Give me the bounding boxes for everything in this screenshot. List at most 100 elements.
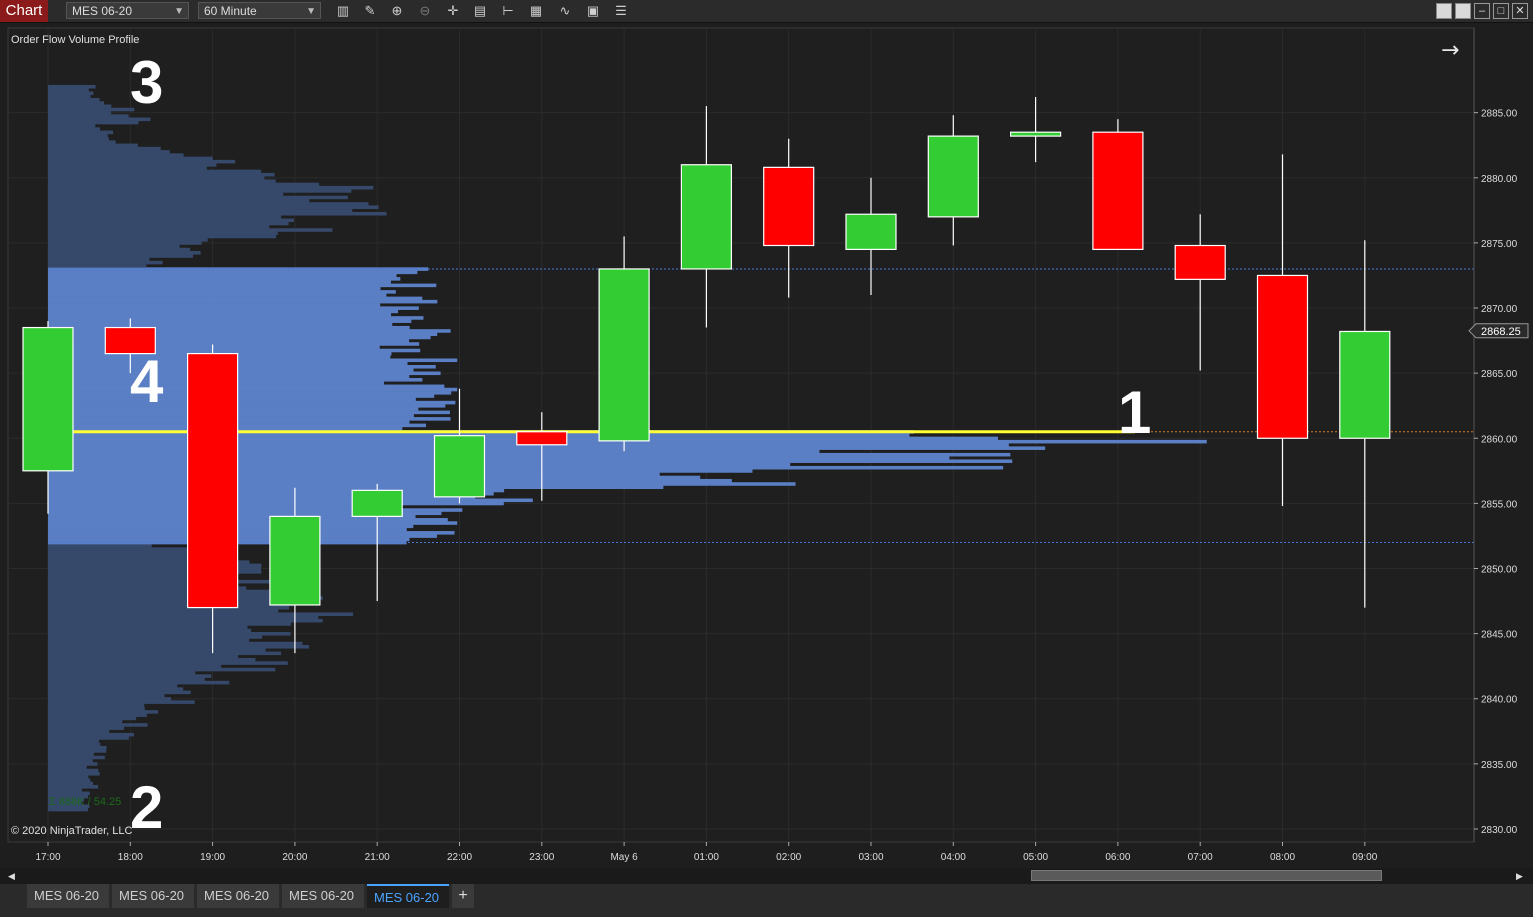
interval-selector[interactable]: 60 Minute ▼	[198, 2, 321, 19]
profile-bar	[48, 166, 207, 170]
profile-bar	[48, 309, 399, 314]
profile-bar	[48, 713, 147, 717]
profile-bar	[48, 651, 282, 656]
profile-bar	[48, 280, 391, 284]
profile-bar	[48, 410, 450, 415]
time-tick-label: 02:00	[776, 852, 801, 863]
price-tick-label: 2830.00	[1481, 825, 1518, 836]
profile-bar	[48, 143, 138, 148]
scrollbar-thumb[interactable]	[1031, 870, 1382, 881]
profile-bar	[48, 706, 145, 711]
profile-bar	[48, 534, 437, 538]
profile-bar	[48, 729, 110, 734]
tab-mes-1[interactable]: MES 06-20	[27, 884, 109, 908]
close-icon[interactable]: ✕	[1512, 3, 1528, 19]
indicators-icon[interactable]: ∿	[557, 3, 573, 19]
profile-bar	[48, 290, 396, 294]
time-tick-label: 08:00	[1270, 852, 1295, 863]
list-icon[interactable]: ☰	[613, 3, 629, 19]
price-chart[interactable]: 2885.00 2880.00 2875.00 2870.00 2865.00 2860.…	[0, 23, 1533, 868]
profile-bar	[48, 202, 369, 206]
profile-bar	[48, 257, 150, 262]
profile-bar	[48, 661, 288, 665]
profile-bar	[48, 758, 93, 763]
profile-bar	[48, 635, 263, 639]
profile-bar	[48, 680, 230, 685]
zoom-out-icon[interactable]: ⊖	[417, 3, 433, 19]
profile-bar	[48, 117, 151, 122]
profile-bar	[48, 602, 293, 607]
profile-bar	[48, 273, 397, 278]
profile-bar	[48, 251, 201, 255]
annotation-4: 4	[130, 348, 164, 415]
profile-bar	[48, 654, 239, 659]
draw-pencil-icon[interactable]: ✎	[362, 3, 378, 19]
minimize-icon[interactable]: –	[1474, 3, 1490, 19]
profile-bar	[48, 478, 732, 483]
profile-bar	[48, 749, 107, 753]
instrument-selector[interactable]: MES 06-20 ▼	[66, 2, 189, 19]
crosshair-icon[interactable]: ✛	[445, 3, 461, 19]
bar-type-icon[interactable]: ▥	[335, 3, 351, 19]
profile-bar	[48, 133, 108, 138]
tab-mes-5[interactable]: MES 06-20	[367, 884, 449, 908]
tab-mes-4[interactable]: MES 06-20	[282, 884, 364, 908]
profile-bar	[48, 358, 458, 363]
data-box-icon[interactable]: ▤	[472, 3, 488, 19]
candle-body	[763, 166, 815, 247]
profile-bar	[48, 664, 222, 669]
profile-bar	[48, 124, 96, 128]
profile-bar	[48, 622, 291, 626]
chart-window-label[interactable]: Chart	[0, 0, 48, 22]
profile-bar	[48, 521, 458, 525]
scroll-left-icon[interactable]: ◀	[8, 871, 15, 882]
profile-bar	[48, 286, 381, 291]
instrument-link-icon[interactable]	[1455, 3, 1471, 19]
profile-bar	[48, 788, 82, 792]
profile-bar	[48, 404, 446, 408]
strategies-icon[interactable]: ▦	[528, 3, 544, 19]
price-tick-label: 2840.00	[1481, 695, 1518, 706]
profile-bar	[48, 781, 94, 786]
maximize-icon[interactable]: □	[1493, 3, 1509, 19]
time-tick-label: 03:00	[858, 852, 883, 863]
profile-bar	[48, 101, 105, 105]
templates-icon[interactable]: ▣	[585, 3, 601, 19]
time-tick-label: 19:00	[200, 852, 225, 863]
tab-mes-3[interactable]: MES 06-20	[197, 884, 279, 908]
profile-bar	[48, 104, 112, 109]
profile-bar	[48, 648, 266, 652]
properties-icon[interactable]: ⊢	[500, 3, 516, 19]
profile-bar	[48, 316, 424, 320]
annotation-1: 1	[1118, 379, 1151, 446]
profile-bar	[48, 531, 455, 535]
candle-body	[1009, 131, 1062, 137]
candle-body	[516, 431, 568, 446]
indicator-label: Order Flow Volume Profile	[11, 34, 139, 46]
profile-bar	[48, 163, 217, 167]
price-tick-label: 2860.00	[1481, 434, 1518, 445]
zoom-in-icon[interactable]: ⊕	[389, 3, 405, 19]
profile-bar	[48, 325, 410, 330]
scroll-right-arrow-icon[interactable]: →	[1441, 38, 1459, 63]
profile-bar	[48, 159, 236, 164]
profile-bar	[48, 544, 152, 548]
time-tick-label: 06:00	[1105, 852, 1130, 863]
horizontal-scrollbar[interactable]: ◀ ▶	[0, 868, 1533, 884]
profile-bar	[48, 742, 101, 747]
profile-bar	[48, 384, 445, 389]
profile-bar	[48, 172, 275, 177]
link-icon[interactable]	[1436, 3, 1452, 19]
profile-bar	[48, 88, 89, 92]
profile-bar	[48, 260, 163, 265]
time-tick-label: May 6	[610, 852, 638, 863]
tab-mes-2[interactable]: MES 06-20	[112, 884, 194, 908]
profile-bar	[48, 179, 276, 183]
profile-bar	[48, 716, 137, 721]
scroll-right-icon[interactable]: ▶	[1516, 871, 1523, 882]
profile-bar	[48, 605, 290, 610]
profile-bar	[48, 270, 418, 275]
profile-bar	[48, 645, 309, 649]
time-tick-label: 04:00	[941, 852, 966, 863]
add-tab-button[interactable]: +	[452, 884, 474, 908]
